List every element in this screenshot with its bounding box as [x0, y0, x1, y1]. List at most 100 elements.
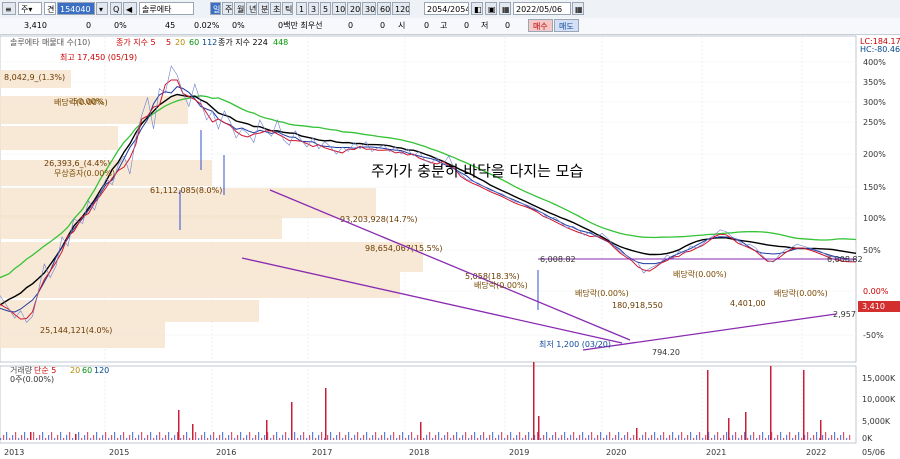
- volume-bar: [261, 438, 263, 440]
- y-tick-label: 350%: [863, 78, 886, 87]
- interval-30[interactable]: 30: [362, 2, 376, 15]
- volume-bar: [447, 432, 449, 440]
- volume-bar: [63, 438, 65, 440]
- volume-bar: [675, 438, 677, 440]
- interval-60[interactable]: 60: [377, 2, 391, 15]
- volume-tick-label: 10,000K: [862, 395, 896, 404]
- search-icon[interactable]: 견: [44, 2, 56, 15]
- volume-bar: [807, 432, 809, 440]
- volume-bar: [513, 438, 515, 440]
- volume-bar: [27, 438, 29, 440]
- settings-icon[interactable]: ◧: [471, 2, 483, 15]
- y-tick-label: 250%: [863, 118, 886, 127]
- volume-bar: [501, 432, 503, 440]
- volume-spike: [291, 402, 293, 440]
- interval-3[interactable]: 3: [308, 2, 319, 15]
- volume-bar: [309, 435, 311, 440]
- volume-bar: [540, 438, 542, 440]
- volume-tick-label: 0K: [862, 434, 873, 443]
- volume-bar: [693, 438, 695, 440]
- annotation-high: 최고 17,450 (05/19): [60, 52, 137, 62]
- volume-bar: [207, 438, 209, 440]
- volume-bar: [465, 432, 467, 440]
- save-icon[interactable]: ▣: [485, 2, 497, 15]
- volume-spike: [30, 432, 32, 440]
- buy-button[interactable]: 매수: [528, 19, 553, 32]
- volume-bar: [297, 438, 299, 440]
- volume-bar: [489, 435, 491, 440]
- volume-profile-bar: [0, 322, 165, 348]
- volume-bar: [186, 432, 188, 440]
- interval-10[interactable]: 10: [332, 2, 346, 15]
- volume-bar: [717, 432, 719, 440]
- volume-bar: [843, 432, 845, 440]
- current-price: 3,410: [24, 21, 47, 30]
- volume-bar: [537, 432, 539, 440]
- volume-bar: [180, 438, 182, 440]
- volume-bar: [666, 438, 668, 440]
- volume-bar: [87, 432, 89, 440]
- volume-bar: [714, 435, 716, 440]
- volume-bar: [432, 438, 434, 440]
- interval-120[interactable]: 120: [392, 2, 410, 15]
- date-picker-icon[interactable]: ▦: [572, 2, 584, 15]
- volume-bar: [786, 435, 788, 440]
- volume-bar: [504, 438, 506, 440]
- tab-year[interactable]: 년: [246, 2, 257, 15]
- volume-bar: [294, 432, 296, 440]
- volume-bar: [459, 438, 461, 440]
- volume-bar: [657, 438, 659, 440]
- volume-profile-bar: [0, 70, 71, 88]
- volume-bar: [123, 432, 125, 440]
- calendar-icon[interactable]: ▦: [499, 2, 511, 15]
- volume-bar: [705, 435, 707, 440]
- volume-bar: [426, 435, 428, 440]
- volume-bar: [318, 435, 320, 440]
- volume-bar: [441, 438, 443, 440]
- volume-bar: [267, 432, 269, 440]
- prev-button[interactable]: ◀: [123, 2, 137, 15]
- y-tick-label: 0.00%: [863, 287, 889, 296]
- volume-bar: [12, 435, 14, 440]
- volume-bar: [402, 432, 404, 440]
- dropdown-icon[interactable]: ▾: [96, 2, 108, 15]
- volume-spike: [745, 412, 747, 440]
- sell-button[interactable]: 매도: [554, 19, 579, 32]
- tab-day[interactable]: 일: [210, 2, 221, 15]
- volume-bar: [531, 438, 533, 440]
- tab-month[interactable]: 월: [234, 2, 245, 15]
- volume-bar: [408, 435, 410, 440]
- volume-bar: [495, 438, 497, 440]
- high-value: 0: [464, 21, 470, 30]
- interval-5[interactable]: 5: [320, 2, 331, 15]
- volume-bar: [609, 432, 611, 440]
- interval-1[interactable]: 1: [296, 2, 307, 15]
- volume-bar: [195, 432, 197, 440]
- volume-bar: [570, 435, 572, 440]
- interval-20[interactable]: 20: [347, 2, 361, 15]
- volume-bar: [420, 432, 422, 440]
- volume-spike: [266, 420, 268, 440]
- tab-minute[interactable]: 분: [258, 2, 269, 15]
- volume-bar: [363, 435, 365, 440]
- volume-bar: [588, 435, 590, 440]
- volume-bar: [636, 432, 638, 440]
- tab-second[interactable]: 초: [270, 2, 281, 15]
- volume-bar: [471, 435, 473, 440]
- search-button[interactable]: Q: [110, 2, 122, 15]
- volume-profile-label: 98,654,067(15.5%): [365, 244, 442, 253]
- volume-bar: [405, 438, 407, 440]
- stock-code-input[interactable]: 154040: [57, 2, 95, 15]
- volume-bar: [285, 432, 287, 440]
- tab-week[interactable]: 주: [222, 2, 233, 15]
- date-input[interactable]: 2022/05/06: [513, 2, 571, 15]
- tab-tick[interactable]: 틱: [282, 2, 293, 15]
- menu-icon[interactable]: ≡: [2, 2, 16, 15]
- volume-bar: [564, 432, 566, 440]
- market-select[interactable]: 주▾: [18, 2, 42, 15]
- volume-bar: [507, 435, 509, 440]
- volume-bar: [126, 438, 128, 440]
- legend-ma-20: 20: [175, 38, 185, 47]
- legend-ma2-period: 448: [273, 38, 288, 47]
- volume-bar: [252, 438, 254, 440]
